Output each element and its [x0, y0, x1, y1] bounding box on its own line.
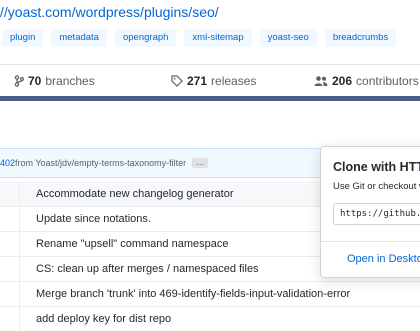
topic-tag-yoast-seo[interactable]: yoast-seo — [259, 29, 317, 47]
pull-request-link[interactable]: 402 — [0, 158, 15, 168]
commit-message-link[interactable]: add deploy key for dist repo — [36, 313, 171, 325]
clone-popover-description: Use Git or checkout with SVN using the w… — [333, 181, 420, 192]
row-divider — [0, 181, 20, 206]
popover-divider — [321, 241, 420, 242]
clone-url-input[interactable]: https://github.com/Yoast/wordpress-seo.g… — [333, 203, 420, 225]
commit-message-link[interactable]: Accommodate new changelog generator — [36, 188, 234, 200]
releases-label: releases — [211, 73, 257, 88]
branches-link[interactable]: 70 branches — [14, 74, 95, 88]
row-divider — [0, 207, 20, 231]
branches-label: branches — [45, 73, 95, 88]
repo-stats-bar: 70 branches 271 releases 206 contributor… — [0, 64, 420, 96]
branches-count: 70 — [28, 73, 42, 88]
language-bar[interactable] — [0, 96, 420, 101]
topic-tag-xml-sitemap[interactable]: xml-sitemap — [184, 29, 252, 47]
people-icon — [314, 75, 328, 87]
repo-homepage-link[interactable]: //yoast.com/wordpress/plugins/seo/ — [0, 4, 219, 20]
file-row[interactable]: add deploy key for dist repo — [0, 306, 420, 331]
topic-tag-plugin[interactable]: plugin — [2, 29, 44, 47]
releases-link[interactable]: 271 releases — [171, 74, 256, 88]
releases-count: 271 — [187, 73, 208, 88]
contributors-count: 206 — [332, 73, 353, 88]
expand-commit-message-button[interactable]: … — [192, 158, 209, 168]
row-divider — [0, 232, 20, 256]
topic-tag-breadcrumbs[interactable]: breadcrumbs — [324, 29, 397, 47]
commit-message-link[interactable]: Merge branch 'trunk' into 469-identify-f… — [36, 288, 350, 300]
commit-message-link[interactable]: Rename "upsell" command namespace — [36, 238, 228, 250]
branch-icon — [14, 74, 24, 87]
tag-icon — [171, 74, 183, 87]
commit-message-link[interactable]: Update since notations. — [36, 213, 151, 225]
latest-commit-bar: 402 from Yoast/jdv/empty-terms-taxonomy-… — [0, 148, 330, 178]
commit-message-link[interactable]: CS: clean up after merges / namespaced f… — [36, 263, 259, 275]
clone-popover: Clone with HTTPS Use Git or checkout wit… — [320, 146, 420, 278]
open-in-desktop-button[interactable]: Open in Desktop — [347, 253, 420, 265]
file-row[interactable]: Merge branch 'trunk' into 469-identify-f… — [0, 281, 420, 306]
topic-tags: plugin metadata opengraph xml-sitemap yo… — [2, 29, 397, 47]
topic-tag-metadata[interactable]: metadata — [51, 29, 107, 47]
row-divider — [0, 307, 20, 331]
topic-tag-opengraph[interactable]: opengraph — [114, 29, 177, 47]
contributors-link[interactable]: 206 contributors — [314, 74, 419, 88]
row-divider — [0, 257, 20, 281]
commit-source-branch: from Yoast/jdv/empty-terms-taxonomy-filt… — [15, 158, 187, 168]
clone-popover-title: Clone with HTTPS — [333, 160, 420, 174]
contributors-label: contributors — [356, 73, 419, 88]
row-divider — [0, 282, 20, 306]
